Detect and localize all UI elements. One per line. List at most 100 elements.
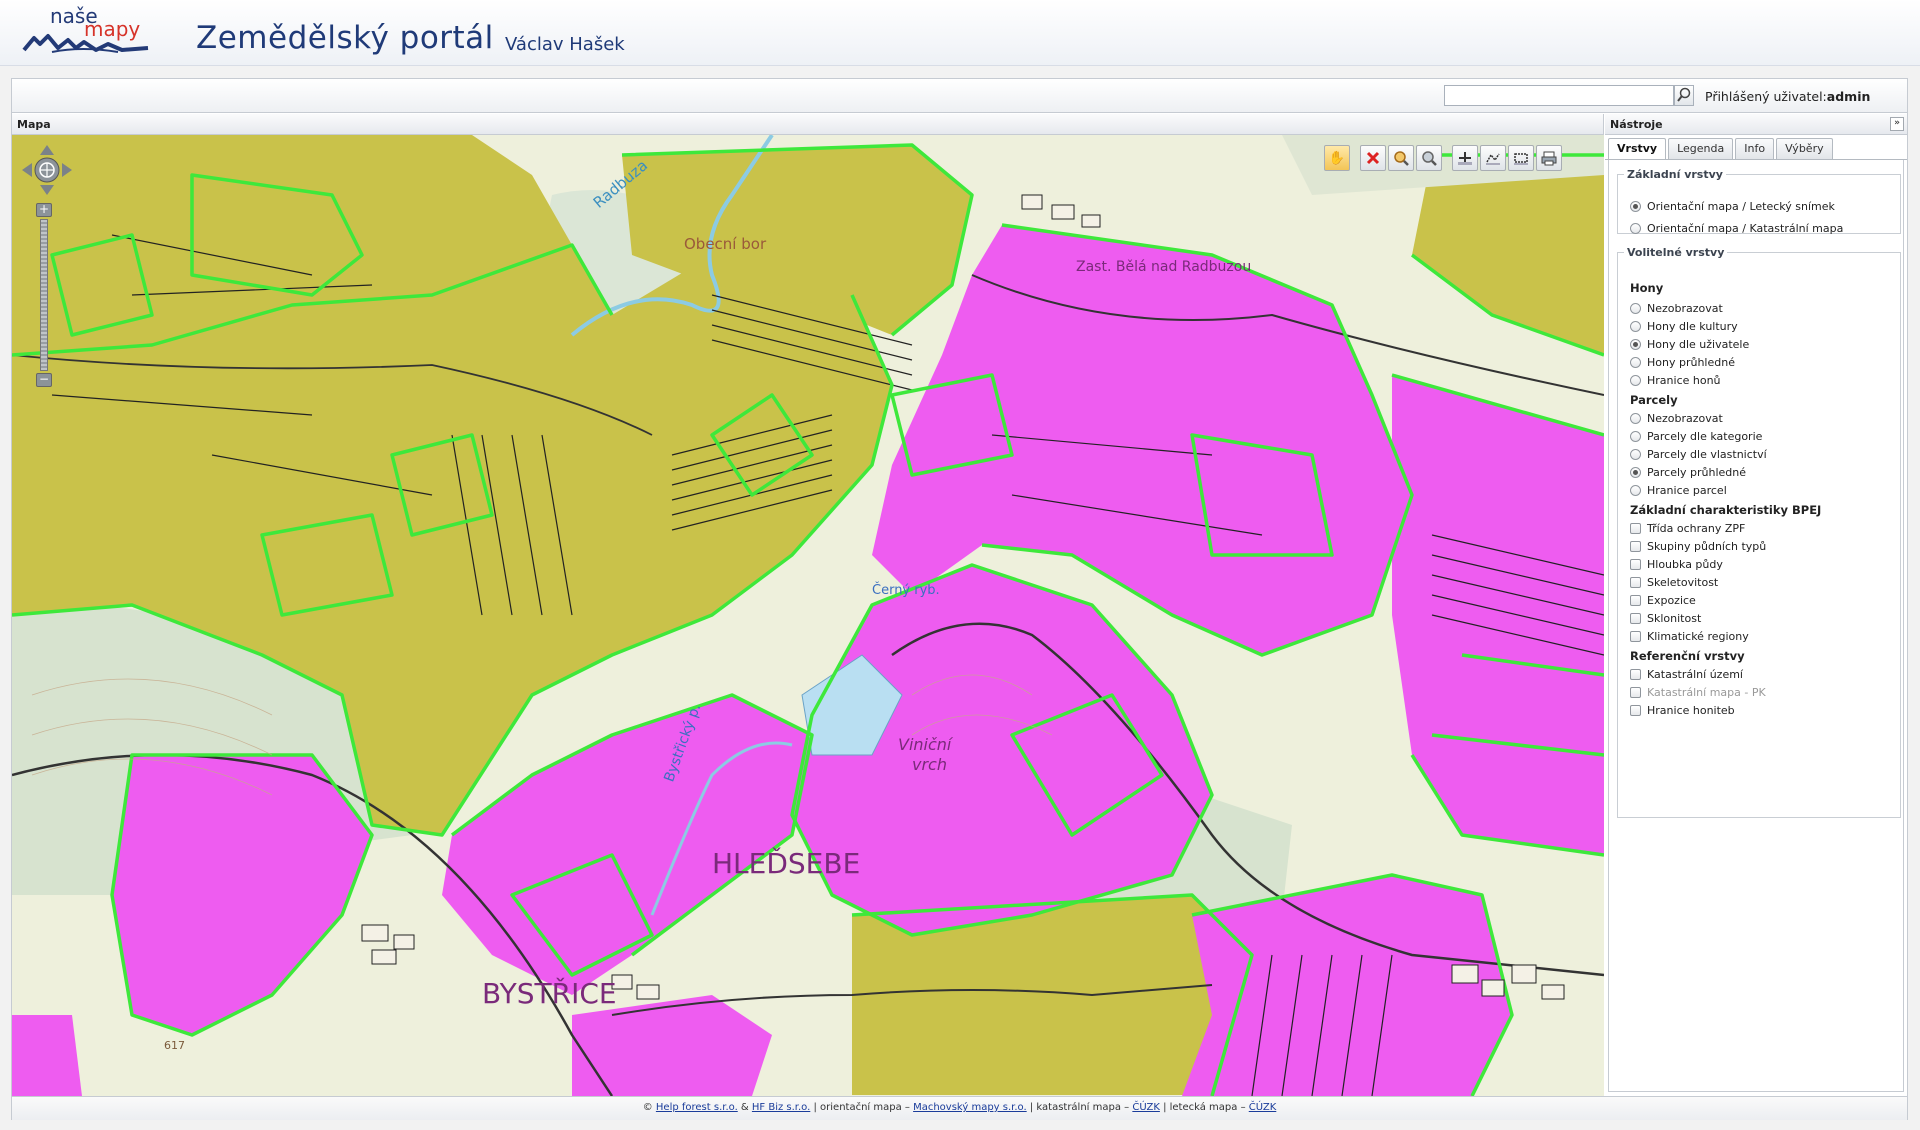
radio-button[interactable] [1630,302,1641,314]
ref-option-hunting-grounds[interactable]: Hranice honiteb [1630,701,1735,719]
map-label-station: Zast. Bělá nad Radbuzou [1076,259,1252,275]
radio-button[interactable] [1630,200,1641,212]
map-label-town-1: HLEĎSEBE [712,847,861,880]
pan-arrows-icon[interactable] [20,143,74,197]
map-image[interactable] [12,135,1604,1096]
footer-link-machovsky[interactable]: Machovský mapy s.r.o. [913,1102,1027,1113]
checkbox[interactable] [1630,558,1641,570]
hony-option-user[interactable]: Hony dle uživatele [1630,335,1749,353]
bpej-option-exposure[interactable]: Expozice [1630,591,1696,609]
radio-button[interactable] [1630,484,1641,496]
option-label: Hranice parcel [1647,483,1727,497]
map-canvas[interactable]: Radbuza Obecní bor Zast. Bělá nad Radbuz… [12,135,1604,1096]
radio-button[interactable] [1630,466,1641,478]
ref-heading: Referenční vrstvy [1630,649,1745,663]
radio-button[interactable] [1630,222,1641,234]
radio-button[interactable] [1630,412,1641,424]
bpej-option-zpf[interactable]: Třída ochrany ZPF [1630,519,1745,537]
radio-button[interactable] [1630,320,1641,332]
zoom-in-button[interactable]: + [36,203,52,217]
checkbox[interactable] [1630,594,1641,606]
base-layer-option-aerial[interactable]: Orientační mapa / Letecký snímek [1630,197,1835,215]
zoom-out-button[interactable]: − [36,373,52,387]
bpej-option-skeleton[interactable]: Skeletovitost [1630,573,1718,591]
footer-link-cuzk-aerial[interactable]: ČÚZK [1249,1102,1277,1113]
checkbox[interactable] [1630,540,1641,552]
tools-panel-header: Nástroje » [1605,114,1907,135]
zoom-track[interactable] [40,219,48,371]
parcely-option-boundaries[interactable]: Hranice parcel [1630,481,1727,499]
logged-user-label: Přihlášený uživatel:admin [1705,89,1870,104]
measure-area-button[interactable] [1508,145,1534,171]
option-label: Nezobrazovat [1647,301,1723,315]
map-label-pond: Černý ryb. [872,583,940,598]
hony-option-transparent[interactable]: Hony průhledné [1630,353,1735,371]
hony-heading: Hony [1630,281,1664,295]
footer-link-help-forest[interactable]: Help forest s.r.o. [656,1102,738,1113]
footer-link-cuzk-cadastral[interactable]: ČÚZK [1132,1102,1160,1113]
parcely-heading: Parcely [1630,393,1678,407]
print-button[interactable] [1536,145,1562,171]
hand-icon: ✋ [1328,150,1346,166]
radio-button[interactable] [1630,430,1641,442]
parcely-option-category[interactable]: Parcely dle kategorie [1630,427,1762,445]
hony-option-culture[interactable]: Hony dle kultury [1630,317,1738,335]
zoom-out-tool-button[interactable] [1416,145,1442,171]
option-label: Hony dle uživatele [1647,337,1750,351]
hony-option-boundaries[interactable]: Hranice honů [1630,371,1721,389]
bpej-heading: Základní charakteristiky BPEJ [1630,503,1822,517]
checkbox[interactable] [1630,522,1641,534]
bpej-option-soil-types[interactable]: Skupiny půdních typů [1630,537,1766,555]
footer-text: | orientační mapa – [810,1102,914,1113]
zoom-in-tool-button[interactable] [1388,145,1414,171]
ref-option-cadastral-area[interactable]: Katastrální území [1630,665,1743,683]
parcely-option-transparent[interactable]: Parcely průhledné [1630,463,1746,481]
clear-button[interactable] [1360,145,1386,171]
logo-mountains-icon [22,34,149,53]
logged-user-prefix: Přihlášený uživatel: [1705,89,1827,104]
ref-option-cadastral-map-pk: Katastrální mapa - PK [1630,683,1766,701]
option-label: Hony dle kultury [1647,319,1738,333]
bpej-option-depth[interactable]: Hloubka půdy [1630,555,1723,573]
option-label: Orientační mapa / Katastrální mapa [1647,221,1844,235]
main-frame: Přihlášený uživatel:admin Mapa Radbuza O… [11,78,1908,1120]
checkbox[interactable] [1630,668,1641,680]
checkbox[interactable] [1630,630,1641,642]
option-label: Sklonitost [1647,611,1702,625]
radio-button[interactable] [1630,356,1641,368]
option-label: Klimatické regiony [1647,629,1749,643]
map-panel: Mapa Radbuza Obecní bor Zast. Bělá nad R… [12,114,1604,1096]
map-pan-control[interactable] [20,143,74,197]
parcely-option-hide[interactable]: Nezobrazovat [1630,409,1723,427]
base-layer-option-cadastral[interactable]: Orientační mapa / Katastrální mapa [1630,219,1843,237]
checkbox[interactable] [1630,576,1641,588]
search-input[interactable] [1444,85,1674,106]
measure-distance-button[interactable] [1480,145,1506,171]
radio-button[interactable] [1630,374,1641,386]
tab-vybery[interactable]: Výběry [1776,138,1833,159]
bpej-option-climate[interactable]: Klimatické regiony [1630,627,1749,645]
radio-button[interactable] [1630,338,1641,350]
zoom-slider[interactable]: + − [34,203,54,387]
option-label: Skupiny půdních typů [1647,539,1767,553]
radio-button[interactable] [1630,448,1641,460]
checkbox[interactable] [1630,704,1641,716]
tab-info[interactable]: Info [1735,138,1775,159]
bpej-option-slope[interactable]: Sklonitost [1630,609,1701,627]
tab-legenda[interactable]: Legenda [1668,138,1734,159]
parcely-option-ownership[interactable]: Parcely dle vlastnictví [1630,445,1767,463]
search-button[interactable] [1674,85,1694,106]
footer-link-hf-biz[interactable]: HF Biz s.r.o. [752,1102,810,1113]
zoom-box-button[interactable] [1452,145,1478,171]
map-label-town-2: BYSTŘICE [482,977,617,1010]
tab-vrstvy[interactable]: Vrstvy [1608,138,1667,159]
top-bar: Přihlášený uživatel:admin [12,79,1907,113]
hony-option-hide[interactable]: Nezobrazovat [1630,299,1723,317]
option-label: Parcely dle kategorie [1647,429,1763,443]
collapse-panel-button[interactable]: » [1890,117,1904,131]
option-label: Třída ochrany ZPF [1647,521,1746,535]
checkbox[interactable] [1630,612,1641,624]
logo[interactable]: naše mapy [22,4,150,56]
print-icon [1541,151,1557,166]
pan-tool-button[interactable]: ✋ [1324,145,1350,171]
